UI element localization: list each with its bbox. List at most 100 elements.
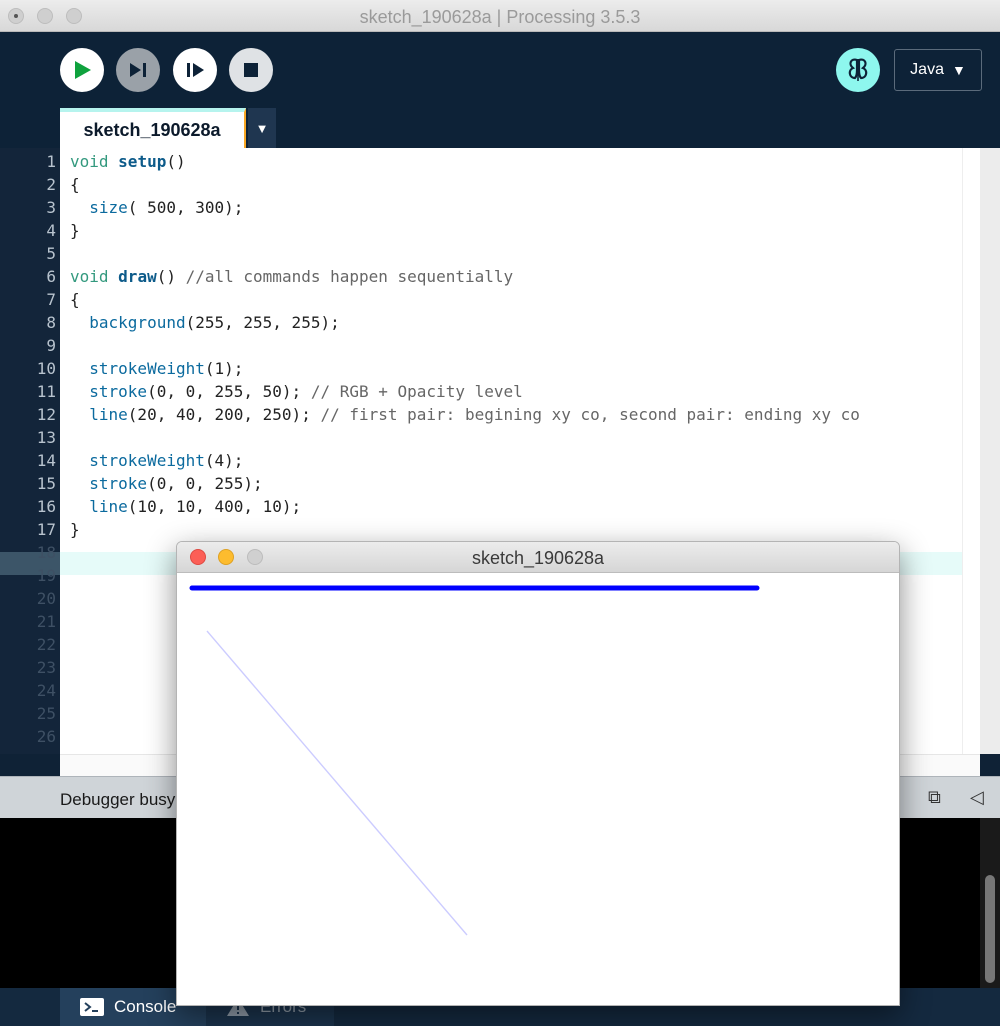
line-number: 3	[46, 198, 56, 217]
line-number: 5	[46, 244, 56, 263]
debugger-butterfly-icon	[848, 58, 868, 81]
code-token: line	[89, 497, 128, 516]
line-number: 17	[36, 520, 56, 539]
editor-vertical-scrollbar[interactable]	[962, 148, 980, 754]
run-button[interactable]	[60, 48, 104, 92]
toolbar: Java ▼	[0, 32, 1000, 108]
continue-icon	[187, 63, 204, 77]
code-token: }	[70, 221, 80, 240]
line-number: 15	[36, 474, 56, 493]
line-number: 25	[36, 704, 56, 723]
code-token: {	[70, 175, 80, 194]
line-number: 4	[46, 221, 56, 240]
code-token: stroke	[89, 474, 148, 493]
code-line: line(20, 40, 200, 250); // first pair: b…	[70, 403, 860, 426]
code-token: // first pair: begining xy co, second pa…	[320, 405, 860, 424]
line-number: 16	[36, 497, 56, 516]
code-token: strokeWeight	[89, 359, 205, 378]
code-line: void draw() //all commands happen sequen…	[70, 265, 513, 288]
code-token: //all commands happen sequentially	[185, 267, 514, 286]
code-token: setup	[118, 152, 167, 171]
tab-row: sketch_190628a ▼	[0, 108, 1000, 148]
code-token: strokeWeight	[89, 451, 205, 470]
code-token: ( 500, 300);	[127, 198, 244, 217]
chevron-down-icon: ▼	[951, 62, 966, 78]
sketch-title: sketch_190628a	[471, 548, 605, 568]
editor-right-margin	[980, 148, 1000, 754]
code-token: size	[89, 198, 128, 217]
mode-label: Java	[910, 61, 944, 78]
debugger-toggle-button[interactable]	[836, 48, 880, 92]
code-line: strokeWeight(4);	[70, 449, 243, 472]
line-number: 19	[36, 566, 56, 585]
code-token: (10, 10, 400, 10);	[127, 497, 302, 516]
line-number: 7	[46, 290, 56, 309]
sketch-titlebar: sketch_190628a	[177, 542, 899, 573]
code-line: }	[70, 219, 80, 242]
code-token: (4);	[204, 451, 244, 470]
line-number: 1	[46, 152, 56, 171]
line-number: 26	[36, 727, 56, 746]
continue-button[interactable]	[173, 48, 217, 92]
tab-console-label: Console	[114, 997, 177, 1016]
collapse-arrow-icon[interactable]: ◁	[970, 787, 984, 808]
window-title: sketch_190628a | Processing 3.5.3	[359, 7, 641, 27]
copy-icon[interactable]: ⧉	[928, 787, 941, 808]
line-number: 12	[36, 405, 56, 424]
line-number: 14	[36, 451, 56, 470]
code-token: (20, 40, 200, 250);	[127, 405, 321, 424]
code-line: background(255, 255, 255);	[70, 311, 340, 334]
stop-icon	[244, 63, 258, 77]
line-number: 9	[46, 336, 56, 355]
line-number: 24	[36, 681, 56, 700]
debugger-status: Debugger busy	[60, 790, 176, 809]
line-number: 23	[36, 658, 56, 677]
code-line: stroke(0, 0, 255);	[70, 472, 263, 495]
code-token: background	[89, 313, 186, 332]
sketch-canvas	[177, 573, 899, 1005]
code-token: void	[70, 267, 109, 286]
code-line: {	[70, 173, 80, 196]
code-line: {	[70, 288, 80, 311]
line-number: 6	[46, 267, 56, 286]
stop-button[interactable]	[229, 48, 273, 92]
step-button[interactable]	[116, 48, 160, 92]
code-token: ()	[156, 267, 186, 286]
line-number: 8	[46, 313, 56, 332]
code-token: (0, 0, 255);	[147, 474, 263, 493]
code-token: }	[70, 520, 80, 539]
step-icon	[130, 63, 146, 77]
code-line: void setup()	[70, 150, 186, 173]
line-number: 2	[46, 175, 56, 194]
code-line: stroke(0, 0, 255, 50); // RGB + Opacity …	[70, 380, 523, 403]
play-icon	[75, 61, 91, 79]
line-number: 22	[36, 635, 56, 654]
code-token: {	[70, 290, 80, 309]
code-token: (1);	[204, 359, 244, 378]
code-token: stroke	[89, 382, 148, 401]
window-titlebar: sketch_190628a | Processing 3.5.3	[0, 0, 1000, 32]
mode-selector[interactable]: Java ▼	[894, 49, 982, 91]
line-number: 10	[36, 359, 56, 378]
line-number-gutter: 1 2 3 4 5 6 7 8 9 10 11 12 13 14 15 16 17 18 19 20 21 22 23 24 2…	[0, 148, 60, 754]
line-number: 18	[36, 543, 56, 562]
code-token: (255, 255, 255);	[185, 313, 340, 332]
code-line: line(10, 10, 400, 10);	[70, 495, 301, 518]
code-token: ()	[166, 152, 186, 171]
console-scroll-thumb[interactable]	[985, 875, 995, 983]
tab-sketch[interactable]: sketch_190628a	[60, 108, 246, 148]
code-token: draw	[118, 267, 157, 286]
code-token: // RGB + Opacity level	[310, 382, 523, 401]
terminal-icon	[80, 998, 104, 1016]
sketch-output-window[interactable]: sketch_190628a	[176, 541, 900, 1006]
tab-menu-button[interactable]: ▼	[248, 108, 276, 148]
line-number: 21	[36, 612, 56, 631]
